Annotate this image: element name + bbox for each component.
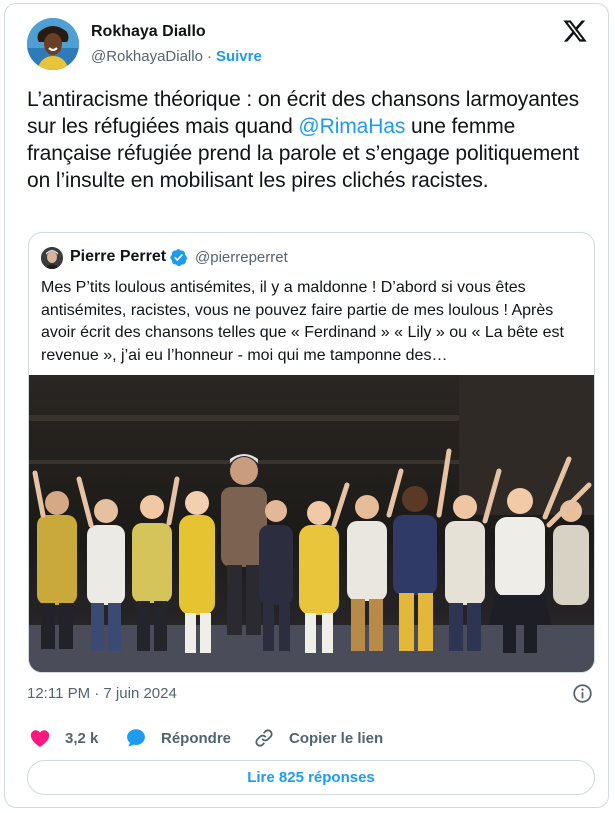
reply-button[interactable]: Répondre	[125, 726, 231, 750]
reply-label: Répondre	[161, 729, 232, 747]
reply-bubble-icon	[127, 729, 145, 747]
handle-separator: ·	[206, 48, 212, 65]
link-icon	[255, 729, 273, 747]
quoted-avatar-image	[41, 247, 63, 269]
tweet-card: Rokhaya Diallo @RokhayaDiallo · Suivre L’a…	[4, 3, 609, 808]
author-handle[interactable]: @RokhayaDiallo	[91, 48, 203, 65]
quoted-author-name[interactable]: Pierre Perret	[70, 248, 166, 266]
quoted-tweet[interactable]: Pierre Perret @pierreperret Mes P’tits l…	[28, 232, 595, 673]
info-icon[interactable]	[572, 683, 593, 704]
quoted-photo[interactable]	[29, 375, 595, 673]
heart-icon	[30, 730, 50, 747]
quoted-author-handle[interactable]: @pierreperret	[195, 249, 288, 266]
read-replies-button[interactable]: Lire 825 réponses	[27, 760, 595, 795]
x-logo-icon[interactable]	[562, 18, 588, 44]
copy-link-label: Copier le lien	[289, 729, 384, 747]
follow-button[interactable]: Suivre	[216, 48, 262, 65]
quoted-author-avatar[interactable]	[41, 247, 63, 269]
author-handle-line: @RokhayaDiallo · Suivre	[91, 48, 262, 65]
author-avatar-image	[27, 18, 79, 70]
verified-badge-icon	[170, 248, 188, 267]
tweet-text: L’antiracisme théorique : on écrit des c…	[27, 86, 587, 194]
author-name[interactable]: Rokhaya Diallo	[91, 23, 206, 41]
quoted-text: Mes P’tits loulous antisémites, il y a m…	[41, 279, 564, 364]
mention-link[interactable]: @RimaHas	[298, 115, 405, 138]
tweet-timestamp[interactable]: 12:11 PM · 7 juin 2024	[27, 685, 177, 702]
like-count: 3,2 k	[65, 729, 99, 747]
copy-link-button[interactable]: Copier le lien	[253, 726, 383, 750]
author-avatar[interactable]	[27, 18, 79, 70]
read-replies-label: Lire 825 réponses	[247, 769, 375, 786]
like-button[interactable]: 3,2 k	[29, 726, 98, 750]
